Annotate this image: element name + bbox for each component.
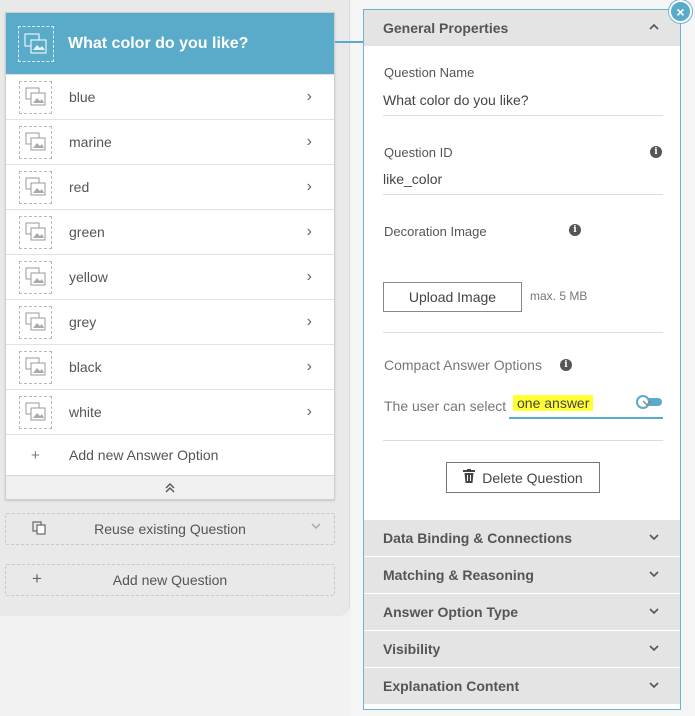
answer-label: yellow: [69, 269, 108, 285]
question-header[interactable]: What color do you like?: [6, 13, 334, 74]
reuse-question-label: Reuse existing Question: [94, 521, 246, 537]
chevron-up-icon: [648, 21, 660, 36]
question-name-field[interactable]: What color do you like?: [383, 92, 663, 116]
copy-icon: [32, 521, 46, 538]
chevron-right-icon[interactable]: ›: [307, 223, 312, 241]
add-answer-option-button[interactable]: + Add new Answer Option: [6, 434, 334, 475]
max-size-hint: max. 5 MB: [530, 289, 588, 303]
answer-label: marine: [69, 134, 112, 150]
question-id-field[interactable]: like_color: [383, 171, 663, 195]
chevron-right-icon[interactable]: ›: [307, 313, 312, 331]
image-placeholder-icon[interactable]: [19, 80, 52, 114]
answer-option[interactable]: red ›: [6, 164, 334, 209]
section-title: General Properties: [383, 20, 509, 36]
card-panel-connector: [335, 41, 365, 43]
section-title: Visibility: [383, 641, 441, 657]
info-icon[interactable]: i: [560, 359, 572, 371]
section-title: Answer Option Type: [383, 604, 519, 620]
upload-image-button[interactable]: Upload Image: [383, 282, 522, 312]
chevron-down-icon: [648, 531, 660, 546]
answer-label: red: [69, 179, 90, 195]
answer-option[interactable]: grey ›: [6, 299, 334, 344]
image-placeholder-icon[interactable]: [19, 170, 52, 204]
section-answer-option-type[interactable]: Answer Option Type: [364, 594, 680, 631]
close-icon: ×: [676, 3, 685, 20]
selection-mode-select[interactable]: one answer: [509, 391, 663, 419]
plus-icon: +: [31, 446, 40, 464]
chevron-right-icon[interactable]: ›: [307, 88, 312, 106]
delete-question-label: Delete Question: [482, 469, 583, 486]
info-icon[interactable]: i: [569, 224, 581, 236]
chevron-right-icon[interactable]: ›: [307, 403, 312, 421]
section-matching-reasoning[interactable]: Matching & Reasoning: [364, 557, 680, 594]
chevron-down-icon: [648, 568, 660, 583]
decoration-image-label: Decoration Image: [384, 224, 487, 239]
chevron-right-icon[interactable]: ›: [307, 133, 312, 151]
answer-option[interactable]: marine ›: [6, 119, 334, 164]
chevron-down-icon: [648, 679, 660, 694]
reuse-question-button[interactable]: Reuse existing Question: [5, 513, 335, 545]
properties-panel: General Properties Question Name What co…: [363, 9, 681, 710]
divider: [383, 332, 663, 333]
add-question-label: Add new Question: [112, 572, 228, 588]
section-explanation-content[interactable]: Explanation Content: [364, 668, 680, 705]
section-general-properties[interactable]: General Properties: [364, 10, 680, 47]
section-title: Data Binding & Connections: [383, 530, 572, 546]
section-data-binding[interactable]: Data Binding & Connections: [364, 520, 680, 557]
chevron-right-icon[interactable]: ›: [307, 358, 312, 376]
chevron-right-icon[interactable]: ›: [307, 178, 312, 196]
add-answer-label: Add new Answer Option: [69, 447, 219, 463]
question-card: What color do you like? blue › marine › …: [5, 12, 335, 500]
double-chevron-up-icon: [165, 482, 175, 492]
section-title: Explanation Content: [383, 678, 520, 694]
add-question-button[interactable]: + Add new Question: [5, 564, 335, 596]
chevron-down-icon: [641, 397, 653, 412]
close-panel-button[interactable]: ×: [669, 0, 692, 23]
compact-options-label: Compact Answer Options: [384, 357, 542, 373]
answer-label: black: [69, 359, 102, 375]
image-placeholder-icon[interactable]: [19, 305, 52, 339]
question-title: What color do you like?: [68, 34, 249, 52]
question-id-label: Question ID: [384, 145, 453, 160]
section-title: Matching & Reasoning: [383, 567, 534, 583]
image-placeholder-icon[interactable]: [19, 260, 52, 294]
selection-mode-label: The user can select: [384, 398, 507, 414]
general-properties-body: Question Name What color do you like? Qu…: [364, 47, 680, 520]
answer-label: white: [69, 404, 102, 420]
divider: [383, 440, 663, 441]
image-placeholder-icon[interactable]: [19, 215, 52, 249]
answer-option[interactable]: blue ›: [6, 74, 334, 119]
image-placeholder-icon[interactable]: [19, 395, 52, 429]
image-placeholder-icon[interactable]: [19, 125, 52, 159]
answer-label: blue: [69, 89, 96, 105]
chevron-down-icon: [648, 642, 660, 657]
chevron-down-icon: [310, 520, 322, 535]
answer-label: green: [69, 224, 105, 240]
trash-icon: [463, 469, 476, 486]
chevron-right-icon[interactable]: ›: [307, 268, 312, 286]
collapse-button[interactable]: [6, 475, 334, 499]
image-placeholder-icon[interactable]: [18, 25, 54, 62]
info-icon[interactable]: i: [650, 146, 662, 158]
answer-option[interactable]: black ›: [6, 344, 334, 389]
answer-option[interactable]: white ›: [6, 389, 334, 434]
question-name-label: Question Name: [384, 65, 475, 80]
answer-option[interactable]: green ›: [6, 209, 334, 254]
answer-label: grey: [69, 314, 97, 330]
image-placeholder-icon[interactable]: [19, 350, 52, 384]
answer-option[interactable]: yellow ›: [6, 254, 334, 299]
plus-icon: +: [32, 569, 42, 588]
selection-mode-value: one answer: [513, 395, 594, 411]
chevron-down-icon: [648, 605, 660, 620]
section-visibility[interactable]: Visibility: [364, 631, 680, 668]
delete-question-button[interactable]: Delete Question: [446, 462, 600, 493]
